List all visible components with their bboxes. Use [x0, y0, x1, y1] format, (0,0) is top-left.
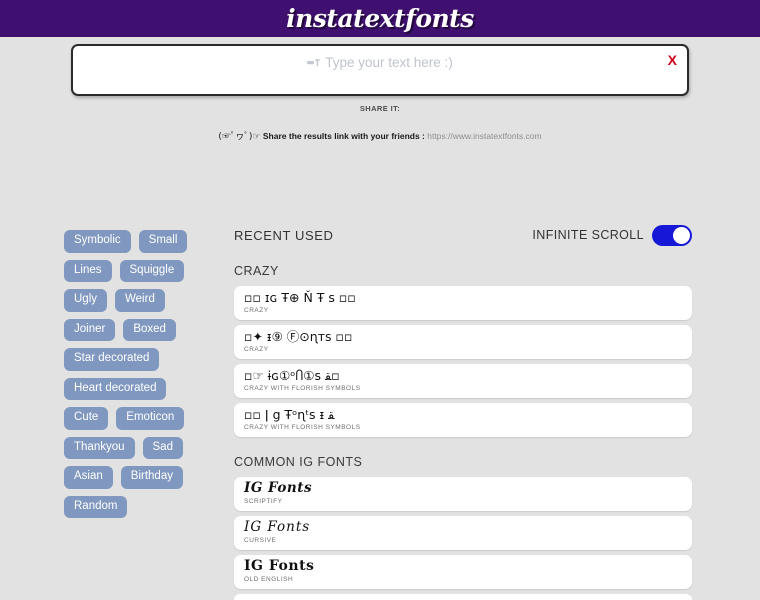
category-tag[interactable]: Emoticon — [116, 407, 185, 430]
font-sample-text: ▫▫ ǀ g Ŧᵒɳᵗs ᵻ ﻘ — [244, 407, 335, 422]
font-sample-text: IG Fonts — [244, 558, 315, 574]
category-tag[interactable]: Star decorated — [64, 348, 160, 371]
site-logo: instatextfonts — [286, 4, 474, 33]
category-tag[interactable]: Heart decorated — [64, 377, 167, 400]
pencil-icon — [307, 56, 320, 71]
font-groups: CRAZY ▫▫ ɪɢ Ŧ⊕ Ň Ŧ s ▫▫ CRAZY ▫✦ ᵻ⑨ Ⓕ⊙ɳᴛs ▫… — [234, 264, 692, 600]
font-style-name: CRAZY WITH FLORISH SYMBOLS — [244, 385, 361, 392]
font-style-name: OLD ENGLISH — [244, 576, 294, 583]
category-tag[interactable]: Symbolic — [64, 230, 131, 253]
category-tag[interactable]: Weird — [115, 289, 165, 312]
font-card[interactable]: IG Fonts OLD ENGLISH — [234, 555, 692, 589]
font-card[interactable]: ▫▫ ɪɢ Ŧ⊕ Ň Ŧ s ▫▫ CRAZY — [234, 286, 692, 320]
category-tag[interactable]: Squiggle — [119, 259, 185, 282]
font-style-name: CURSIVE — [244, 537, 277, 544]
infinite-scroll-toggle[interactable] — [652, 224, 692, 246]
font-group-label: COMMON IG FONTS — [234, 455, 363, 469]
results-header: RECENT USED INFINITE SCROLL — [234, 224, 692, 246]
font-sample-text: IG Fonts — [244, 480, 313, 496]
share-it-label: SHARE IT: — [359, 104, 401, 113]
app-header: instatextfonts — [0, 0, 760, 37]
text-input-panel[interactable]: Type your text here :) X — [71, 44, 689, 96]
font-group-label: CRAZY — [234, 264, 279, 278]
toggle-knob — [673, 226, 690, 244]
category-tag[interactable]: Boxed — [123, 318, 176, 341]
category-tag[interactable]: Sad — [142, 436, 183, 459]
input-placeholder-text: Type your text here :) — [325, 55, 453, 70]
font-card[interactable]: ▫▫ ǀ g Ŧᵒɳᵗs ᵻ ﻘ CRAZY WITH FLORISH SYMBO… — [234, 403, 692, 437]
share-link-row: (☞ﾟヮﾟ)☞ Share the results link with your… — [0, 129, 760, 142]
category-tag[interactable]: Random — [64, 495, 128, 518]
font-card[interactable]: ▫☞ ɨɢ①ᵒႶ①s ﻘ▫ CRAZY WITH FLORISH SYMBOLS — [234, 364, 692, 398]
font-sample-text: IG Fonts — [244, 519, 311, 535]
font-style-name: CRAZY — [244, 307, 269, 314]
category-tag[interactable]: Cute — [64, 407, 109, 430]
category-tag[interactable]: Joiner — [64, 318, 116, 341]
category-tag[interactable]: Small — [138, 230, 188, 253]
font-card[interactable]: IG Fonts CURSIVE — [234, 516, 692, 550]
recent-used-title: RECENT USED — [234, 227, 334, 243]
font-card[interactable]: ▫✦ ᵻ⑨ Ⓕ⊙ɳᴛs ▫▫ CRAZY — [234, 325, 692, 359]
share-message: Share the results link with your friends… — [262, 131, 425, 141]
clear-input-button[interactable]: X — [668, 52, 677, 68]
page-body: Symbolic Small Lines Squiggle Ugly Weird Joine… — [0, 224, 760, 600]
font-style-name: SCRIPTIFY — [244, 498, 283, 505]
font-sample-text: ▫✦ ᵻ⑨ Ⓕ⊙ɳᴛs ▫▫ — [244, 329, 353, 344]
font-style-name: CRAZY WITH FLORISH SYMBOLS — [244, 424, 361, 431]
font-sample-text: ▫☞ ɨɢ①ᵒႶ①s ﻘ▫ — [244, 368, 340, 383]
infinite-scroll-label: INFINITE SCROLL — [532, 228, 644, 242]
infinite-scroll-control[interactable]: INFINITE SCROLL — [532, 224, 692, 246]
category-tag[interactable]: Birthday — [120, 466, 183, 489]
font-sample-text: ▫▫ ɪɢ Ŧ⊕ Ň Ŧ s ▫▫ — [244, 290, 356, 305]
font-card[interactable]: IG Fonts SCRIPTIFY — [234, 477, 692, 511]
category-tag[interactable]: Lines — [64, 259, 112, 282]
results-column: RECENT USED INFINITE SCROLL CRAZY ▫▫ ɪɢ Ŧ… — [234, 224, 692, 600]
share-url[interactable]: https://www.instatextfonts.com — [427, 131, 541, 141]
category-tag[interactable]: Thankyou — [64, 436, 135, 459]
font-style-name: CRAZY — [244, 346, 269, 353]
font-card[interactable] — [234, 594, 692, 600]
category-tag[interactable]: Ugly — [64, 289, 108, 312]
category-tag[interactable]: Asian — [64, 466, 113, 489]
input-placeholder: Type your text here :) — [73, 55, 687, 71]
category-tag-list: Symbolic Small Lines Squiggle Ugly Weird Joine… — [64, 224, 216, 600]
share-emoticon: (☞ﾟヮﾟ)☞ — [218, 132, 261, 142]
